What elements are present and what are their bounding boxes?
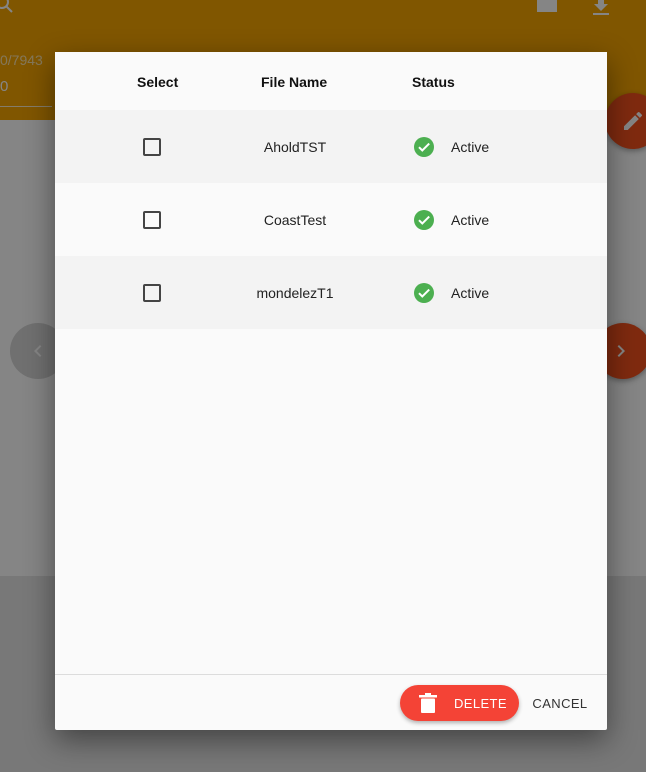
delete-files-dialog: Select File Name Status AholdTST Active … xyxy=(55,52,607,730)
file-name-cell: AholdTST xyxy=(263,139,327,155)
delete-button-label: DELETE xyxy=(454,696,507,711)
check-circle-icon xyxy=(414,210,434,230)
row-select-checkbox[interactable] xyxy=(143,211,161,229)
column-select: Select xyxy=(137,74,179,90)
delete-button[interactable]: DELETE xyxy=(400,685,519,721)
table-row: mondelezT1 Active xyxy=(55,256,607,329)
status-cell: Active xyxy=(451,139,490,155)
check-circle-icon xyxy=(414,283,434,303)
file-name-cell: mondelezT1 xyxy=(256,285,334,301)
row-select-checkbox[interactable] xyxy=(143,284,161,302)
table-row: CoastTest Active xyxy=(55,183,607,256)
table-row: AholdTST Active xyxy=(55,110,607,183)
status-cell: Active xyxy=(451,285,490,301)
check-circle-icon xyxy=(414,137,434,157)
row-select-checkbox[interactable] xyxy=(143,138,161,156)
table-header: Select File Name Status xyxy=(55,52,607,110)
column-status: Status xyxy=(412,74,455,90)
cancel-button[interactable]: CANCEL xyxy=(528,690,592,716)
file-name-cell: CoastTest xyxy=(263,212,327,228)
status-cell: Active xyxy=(451,212,490,228)
column-file-name: File Name xyxy=(261,74,328,90)
footer-divider xyxy=(55,674,607,675)
trash-icon xyxy=(419,693,437,713)
